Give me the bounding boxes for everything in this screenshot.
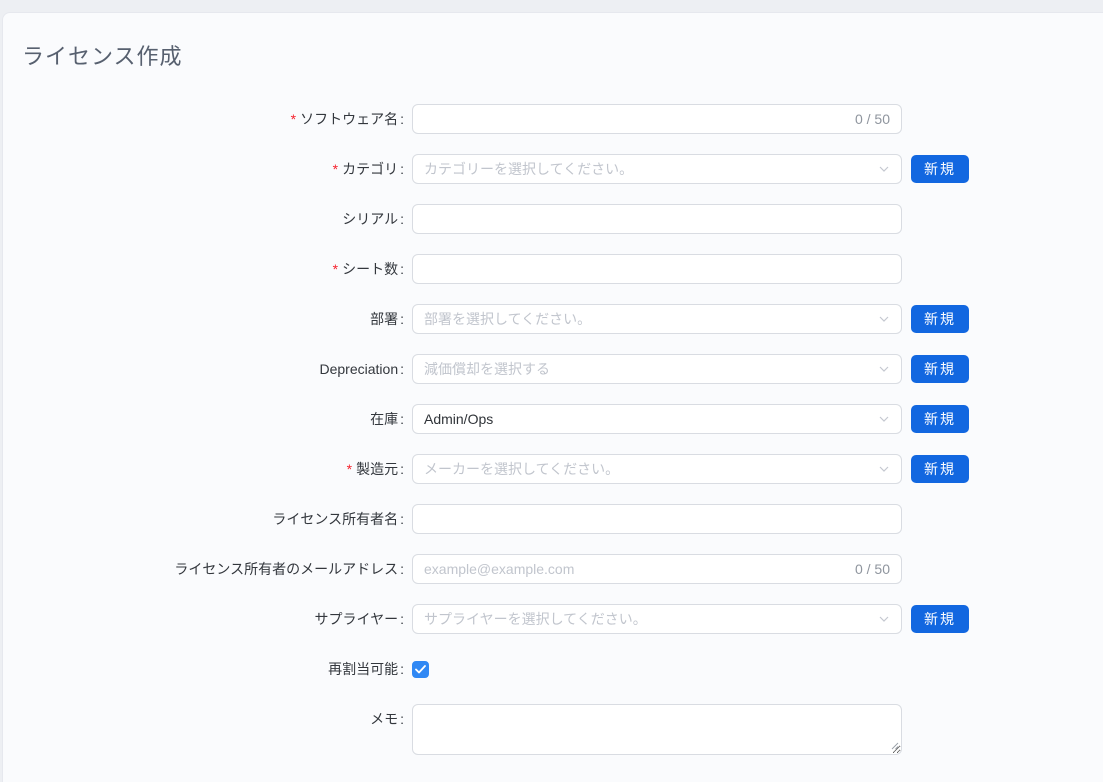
stock-label: 在庫:: [3, 404, 404, 434]
depreciation-label: Depreciation:: [3, 354, 404, 384]
supplier-select[interactable]: サプライヤーを選択してください。: [412, 604, 902, 634]
required-asterisk: *: [347, 461, 352, 477]
form-row-category: *カテゴリ: カテゴリーを選択してください。 新規: [3, 154, 1103, 184]
stock-select[interactable]: Admin/Ops: [412, 404, 902, 434]
department-select-placeholder: 部署を選択してください。: [424, 309, 878, 329]
owner-name-input[interactable]: [412, 504, 902, 534]
owner-email-char-counter: 0 / 50: [855, 561, 890, 577]
supplier-label: サプライヤー:: [3, 604, 404, 634]
serial-input[interactable]: [412, 204, 902, 234]
check-icon: [415, 665, 426, 674]
manufacturer-select[interactable]: メーカーを選択してください。: [412, 454, 902, 484]
category-label: *カテゴリ:: [3, 154, 404, 184]
manufacturer-new-button[interactable]: 新規: [911, 455, 969, 483]
reassignable-label: 再割当可能:: [3, 654, 404, 684]
form-row-manufacturer: *製造元: メーカーを選択してください。 新規: [3, 454, 1103, 484]
required-asterisk: *: [333, 161, 338, 177]
seats-label: *シート数:: [3, 254, 404, 284]
form-row-reassignable: 再割当可能:: [3, 654, 1103, 684]
required-asterisk: *: [291, 111, 296, 127]
owner-name-label: ライセンス所有者名:: [3, 504, 404, 534]
form-row-notes: メモ:: [3, 704, 1103, 760]
department-label: 部署:: [3, 304, 404, 334]
page-title: ライセンス作成: [3, 13, 1103, 71]
chevron-down-icon: [878, 313, 890, 325]
notes-textarea[interactable]: [412, 704, 902, 755]
software-name-char-counter: 0 / 50: [855, 111, 890, 127]
form-row-owner-email: ライセンス所有者のメールアドレス: 0 / 50: [3, 554, 1103, 584]
chevron-down-icon: [878, 363, 890, 375]
software-name-label: *ソフトウェア名:: [3, 104, 404, 134]
owner-email-input[interactable]: [424, 556, 847, 582]
chevron-down-icon: [878, 613, 890, 625]
chevron-down-icon: [878, 463, 890, 475]
seats-input[interactable]: [412, 254, 902, 284]
supplier-new-button[interactable]: 新規: [911, 605, 969, 633]
depreciation-select[interactable]: 減価償却を選択する: [412, 354, 902, 384]
software-name-input[interactable]: [424, 106, 847, 132]
owner-email-label: ライセンス所有者のメールアドレス:: [3, 554, 404, 584]
stock-new-button[interactable]: 新規: [911, 405, 969, 433]
owner-email-input-wrap: 0 / 50: [412, 554, 902, 584]
supplier-select-placeholder: サプライヤーを選択してください。: [424, 609, 878, 629]
form-row-serial: シリアル:: [3, 204, 1103, 234]
chevron-down-icon: [878, 413, 890, 425]
manufacturer-select-placeholder: メーカーを選択してください。: [424, 459, 878, 479]
department-select[interactable]: 部署を選択してください。: [412, 304, 902, 334]
form-row-depreciation: Depreciation: 減価償却を選択する 新規: [3, 354, 1103, 384]
form-row-seats: *シート数:: [3, 254, 1103, 284]
serial-label: シリアル:: [3, 204, 404, 234]
license-create-form: *ソフトウェア名: 0 / 50 *カテゴリ: カテゴリーを選択してください。 …: [3, 104, 1103, 760]
form-row-department: 部署: 部署を選択してください。 新規: [3, 304, 1103, 334]
form-row-supplier: サプライヤー: サプライヤーを選択してください。 新規: [3, 604, 1103, 634]
form-row-stock: 在庫: Admin/Ops 新規: [3, 404, 1103, 434]
form-row-software-name: *ソフトウェア名: 0 / 50: [3, 104, 1103, 134]
category-select[interactable]: カテゴリーを選択してください。: [412, 154, 902, 184]
manufacturer-label: *製造元:: [3, 454, 404, 484]
license-create-card: ライセンス作成 *ソフトウェア名: 0 / 50 *カテゴリ: カテゴリーを選択…: [2, 12, 1103, 782]
category-new-button[interactable]: 新規: [911, 155, 969, 183]
depreciation-new-button[interactable]: 新規: [911, 355, 969, 383]
notes-label: メモ:: [3, 704, 404, 734]
reassignable-checkbox[interactable]: [412, 661, 429, 678]
department-new-button[interactable]: 新規: [911, 305, 969, 333]
software-name-input-wrap: 0 / 50: [412, 104, 902, 134]
form-row-owner-name: ライセンス所有者名:: [3, 504, 1103, 534]
required-asterisk: *: [333, 261, 338, 277]
chevron-down-icon: [878, 163, 890, 175]
category-select-placeholder: カテゴリーを選択してください。: [424, 159, 878, 179]
stock-select-value: Admin/Ops: [424, 411, 878, 427]
depreciation-select-placeholder: 減価償却を選択する: [424, 359, 878, 379]
